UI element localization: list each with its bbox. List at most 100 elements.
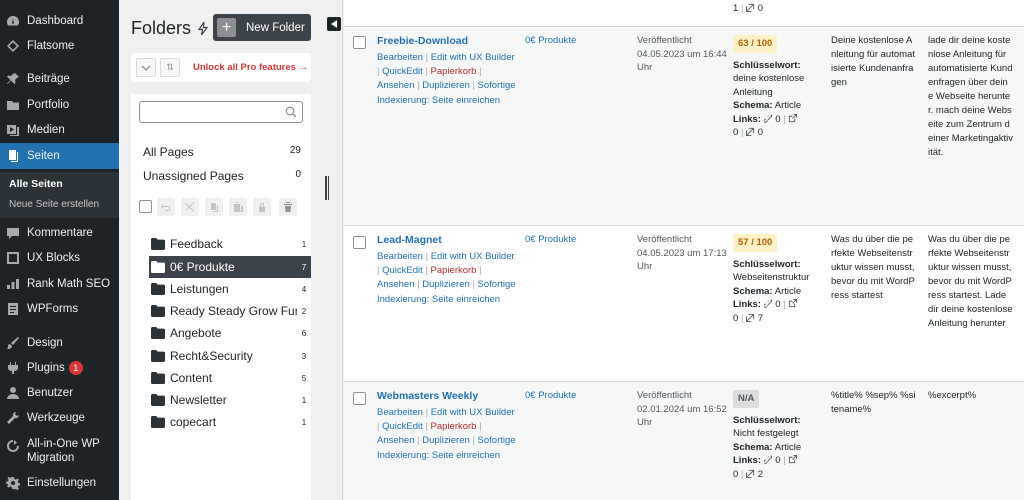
- cut-icon[interactable]: [181, 198, 199, 216]
- menu-item-posts[interactable]: Beiträge: [0, 67, 119, 91]
- seo-description-cell: %excerpt%: [928, 390, 977, 401]
- submenu-new-page[interactable]: Neue Seite erstellen: [9, 199, 99, 210]
- menu-item-media[interactable]: Medien: [0, 118, 119, 142]
- select-all-folders-checkbox[interactable]: [139, 200, 152, 213]
- folder-item-angebote[interactable]: Angebote 6: [149, 322, 311, 344]
- folder-link[interactable]: 0€ Produkte: [525, 390, 576, 401]
- external-link-icon: [788, 455, 797, 464]
- menu-item-settings[interactable]: Einstellungen: [0, 471, 119, 495]
- new-folder-label: New Folder: [246, 21, 305, 34]
- menu-item-flatsome[interactable]: Flatsome: [0, 34, 119, 58]
- menu-label: Dashboard: [27, 15, 84, 27]
- bolt-icon[interactable]: [198, 22, 208, 35]
- folder-item-feedback[interactable]: Feedback 1: [149, 233, 311, 255]
- folder-item-recht-security[interactable]: Recht&Security 3: [149, 345, 311, 367]
- incoming-link-icon: [746, 469, 755, 478]
- folder-count: 7: [301, 262, 307, 272]
- menu-item-tools[interactable]: Werkzeuge: [0, 406, 119, 430]
- focus-keyword: deine kostenlose Anleitung: [733, 73, 805, 98]
- undo-icon[interactable]: [157, 198, 175, 216]
- row-checkbox[interactable]: [353, 236, 366, 249]
- menu-item-comments[interactable]: Kommentare: [0, 221, 119, 245]
- quickedit-link[interactable]: QuickEdit: [382, 66, 423, 77]
- folder-bulk-actions: [139, 198, 303, 216]
- edit-link[interactable]: Bearbeiten: [377, 52, 423, 63]
- menu-item-ux-blocks[interactable]: UX Blocks: [0, 246, 119, 270]
- row-checkbox[interactable]: [353, 36, 366, 49]
- incoming-link-icon: [746, 313, 755, 322]
- menu-item-design[interactable]: Design: [0, 331, 119, 355]
- menu-item-pages[interactable]: Seiten: [0, 143, 119, 169]
- menu-label: All-in-One WP Migration: [27, 438, 100, 464]
- edit-ux-builder-link[interactable]: Edit with UX Builder: [431, 407, 515, 418]
- copy-icon[interactable]: [205, 198, 223, 216]
- trash-icon[interactable]: [279, 198, 297, 216]
- filter-unassigned-pages[interactable]: Unassigned Pages 0: [143, 169, 301, 183]
- folder-link[interactable]: 0€ Produkte: [525, 35, 576, 46]
- trash-link[interactable]: Papierkorb: [431, 265, 477, 276]
- folder-item-leistungen[interactable]: Leistungen 4: [149, 278, 311, 300]
- view-link[interactable]: Ansehen: [377, 80, 415, 91]
- unlock-pro-link[interactable]: Unlock all Pro features →: [193, 62, 308, 73]
- filter-label: Unassigned Pages: [143, 169, 244, 183]
- folder-item-newsletter[interactable]: Newsletter 1: [149, 389, 311, 411]
- menu-label: Werkzeuge: [27, 412, 85, 424]
- resize-handle[interactable]: [325, 176, 329, 200]
- chevron-down-icon[interactable]: [136, 58, 156, 77]
- collapse-panel-button[interactable]: [327, 17, 341, 31]
- menu-item-plugins[interactable]: Plugins 1: [0, 356, 119, 380]
- internal-links-count: 0: [775, 455, 781, 466]
- menu-item-users[interactable]: Benutzer: [0, 381, 119, 405]
- menu-item-portfolio[interactable]: Portfolio: [0, 93, 119, 117]
- sort-icon[interactable]: ⇅: [160, 58, 180, 77]
- folder-item-ready-steady-grow[interactable]: Ready Steady Grow Fun 2: [149, 300, 311, 322]
- rank-math-icon: [6, 277, 20, 291]
- comments-icon: [6, 226, 20, 240]
- edit-ux-builder-link[interactable]: Edit with UX Builder: [431, 251, 515, 262]
- keyword-label: Schlüsselwort:: [733, 59, 801, 71]
- duplicate-link[interactable]: Duplizieren: [422, 279, 470, 290]
- quickedit-link[interactable]: QuickEdit: [382, 265, 423, 276]
- page-title-link[interactable]: Freebie-Download: [377, 35, 468, 47]
- folder-item-0-produkte[interactable]: 0€ Produkte 7: [149, 256, 311, 278]
- edit-ux-builder-link[interactable]: Edit with UX Builder: [431, 52, 515, 63]
- table-row: Lead-Magnet Bearbeiten | Edit with UX Bu…: [344, 226, 1024, 382]
- submenu-all-pages[interactable]: Alle Seiten: [9, 178, 63, 190]
- menu-item-wpforms[interactable]: WPForms: [0, 297, 119, 321]
- trash-link[interactable]: Papierkorb: [431, 421, 477, 432]
- page-title-link[interactable]: Webmasters Weekly: [377, 390, 478, 402]
- menu-item-migration[interactable]: All-in-One WP Migration: [0, 437, 119, 469]
- trash-link[interactable]: Papierkorb: [431, 66, 477, 77]
- schema-value: Article: [774, 100, 802, 111]
- row-checkbox[interactable]: [353, 392, 366, 405]
- quickedit-link[interactable]: QuickEdit: [382, 421, 423, 432]
- folder-item-content[interactable]: Content 5: [149, 367, 311, 389]
- folder-search-input[interactable]: [139, 101, 303, 123]
- folder-link[interactable]: 0€ Produkte: [525, 234, 576, 245]
- menu-label: Flatsome: [27, 40, 75, 52]
- view-link[interactable]: Ansehen: [377, 279, 415, 290]
- lock-icon[interactable]: [253, 198, 271, 216]
- view-link[interactable]: Ansehen: [377, 435, 415, 446]
- seo-title-cell: Was du über die perfekte Webseitenstrukt…: [831, 234, 915, 301]
- duplicate-link[interactable]: Duplizieren: [422, 80, 470, 91]
- edit-link[interactable]: Bearbeiten: [377, 251, 423, 262]
- menu-label: Plugins: [27, 362, 65, 374]
- settings-icon: [6, 476, 20, 490]
- page-title-link[interactable]: Lead-Magnet: [377, 234, 442, 246]
- new-folder-button[interactable]: + New Folder: [213, 14, 311, 41]
- paste-icon[interactable]: [229, 198, 247, 216]
- publish-status: Veröffentlicht: [637, 35, 692, 46]
- folders-panel: Folders + New Folder ⇅ Unlock all Pro fe…: [119, 0, 325, 500]
- admin-sidebar: Dashboard Flatsome Beiträge Portfolio Me…: [0, 0, 119, 500]
- edit-link[interactable]: Bearbeiten: [377, 407, 423, 418]
- folder-item-copecart[interactable]: copecart 1: [149, 411, 311, 433]
- duplicate-link[interactable]: Duplizieren: [422, 435, 470, 446]
- filter-all-pages[interactable]: All Pages 29: [143, 145, 301, 159]
- menu-label: Rank Math SEO: [27, 278, 111, 290]
- menu-item-rank-math[interactable]: Rank Math SEO: [0, 272, 119, 296]
- row-actions: Bearbeiten | Edit with UX Builder | Quic…: [377, 52, 516, 106]
- menu-item-dashboard[interactable]: Dashboard: [0, 9, 119, 33]
- publish-date: 02.01.2024 um 16:52 Uhr: [637, 403, 727, 429]
- date-cell: Veröffentlicht 02.01.2024 um 16:52 Uhr: [637, 389, 727, 430]
